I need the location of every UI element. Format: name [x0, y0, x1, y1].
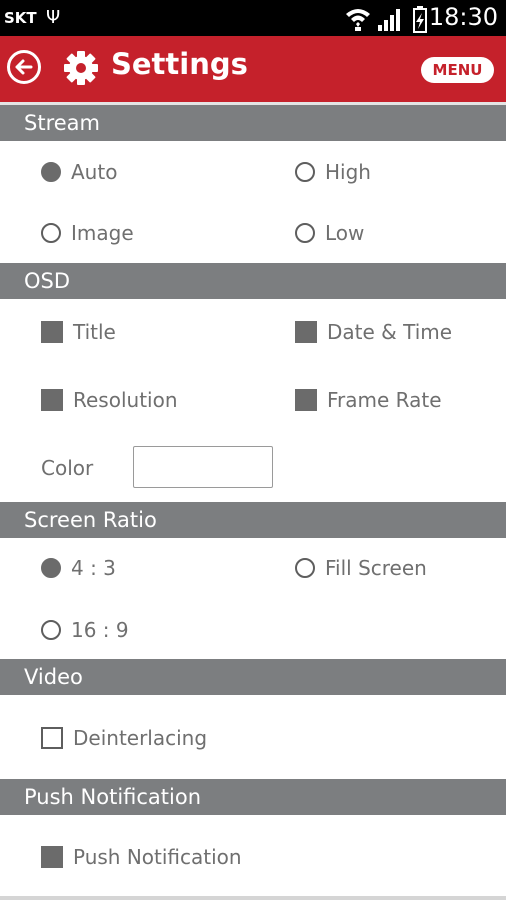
option-label: Fill Screen — [325, 556, 427, 580]
radio-indicator — [295, 558, 315, 578]
option-label: 4 : 3 — [71, 556, 116, 580]
menu-button[interactable]: MENU — [421, 57, 494, 83]
radio-indicator — [295, 223, 315, 243]
checkbox-indicator — [295, 389, 317, 411]
carrier-label: SKT — [4, 9, 37, 27]
option-label: Auto — [71, 160, 118, 184]
radio-indicator — [41, 558, 61, 578]
radio-image[interactable]: Image — [41, 218, 134, 248]
signal-icon — [378, 9, 400, 31]
radio-16-9[interactable]: 16 : 9 — [41, 615, 129, 645]
checkbox-push-notification[interactable]: Push Notification — [41, 842, 242, 872]
section-header-stream: Stream — [0, 105, 506, 141]
back-button[interactable] — [7, 50, 41, 84]
section-header-push-notification: Push Notification — [0, 779, 506, 815]
option-label: Date & Time — [327, 320, 453, 344]
wifi-icon — [346, 9, 370, 31]
option-label: High — [325, 160, 371, 184]
usb-icon: Ψ — [46, 7, 61, 28]
radio-high[interactable]: High — [295, 157, 371, 187]
divider — [0, 896, 506, 900]
section-header-video: Video — [0, 659, 506, 695]
gear-icon — [64, 51, 98, 85]
option-label: Deinterlacing — [73, 726, 208, 750]
checkbox-indicator — [41, 321, 63, 343]
checkbox-indicator — [41, 389, 63, 411]
radio-indicator — [41, 620, 61, 640]
color-picker-field[interactable] — [133, 446, 273, 488]
option-label: Push Notification — [73, 845, 242, 869]
page-title: Settings — [111, 47, 248, 81]
option-label: Title — [73, 320, 116, 344]
arrow-left-icon — [15, 59, 33, 75]
checkbox-indicator — [41, 727, 63, 749]
option-label: Frame Rate — [327, 388, 442, 412]
status-icons — [346, 6, 427, 33]
option-label: Resolution — [73, 388, 178, 412]
radio-indicator — [295, 162, 315, 182]
checkbox-resolution[interactable]: Resolution — [41, 385, 178, 415]
clock: 18:30 — [428, 3, 498, 31]
radio-auto[interactable]: Auto — [41, 157, 117, 187]
radio-low[interactable]: Low — [295, 218, 364, 248]
checkbox-indicator — [41, 846, 63, 868]
section-header-osd: OSD — [0, 263, 506, 299]
app-bar: Settings MENU — [0, 36, 506, 105]
checkbox-title[interactable]: Title — [41, 317, 116, 347]
radio-4-3[interactable]: 4 : 3 — [41, 553, 116, 583]
section-header-screen-ratio: Screen Ratio — [0, 502, 506, 538]
checkbox-indicator — [295, 321, 317, 343]
option-label: 16 : 9 — [71, 618, 129, 642]
option-label: Low — [325, 221, 365, 245]
option-label: Image — [71, 221, 134, 245]
color-label: Color — [41, 456, 94, 480]
radio-indicator — [41, 223, 61, 243]
battery-icon — [413, 6, 427, 33]
checkbox-date-time[interactable]: Date & Time — [295, 317, 452, 347]
radio-indicator — [41, 162, 61, 182]
checkbox-frame-rate[interactable]: Frame Rate — [295, 385, 442, 415]
status-bar: SKT Ψ 18:30 — [0, 0, 506, 36]
radio-fill-screen[interactable]: Fill Screen — [295, 553, 427, 583]
checkbox-deinterlacing[interactable]: Deinterlacing — [41, 723, 207, 753]
